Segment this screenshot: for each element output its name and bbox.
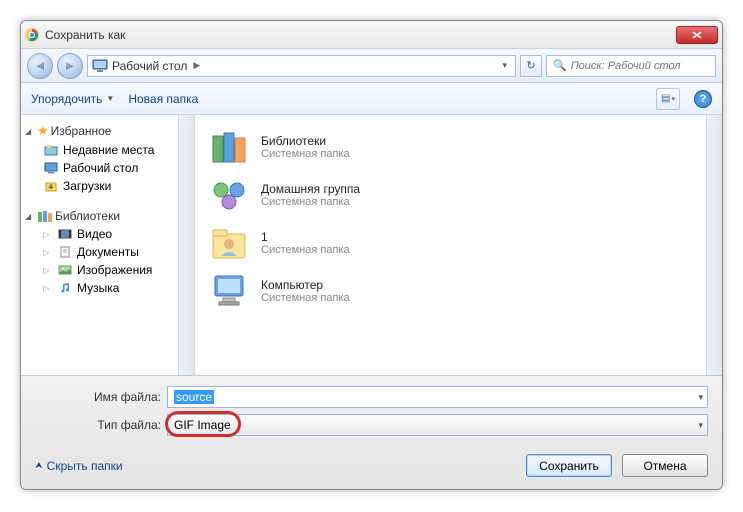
sidebar-item-pictures[interactable]: ▷ Изображения	[21, 261, 194, 279]
navbar: ◄ ► Рабочий стол ▶ ▾ ↻ 🔍	[21, 49, 722, 83]
filetype-select[interactable]: GIF Image ▾	[167, 414, 708, 436]
toolbar: Упорядочить▼ Новая папка ▤▾ ?	[21, 83, 722, 115]
computer-icon	[207, 271, 251, 311]
list-item[interactable]: Библиотеки Системная папка	[201, 123, 716, 171]
chevron-down-icon[interactable]: ▾	[698, 392, 703, 403]
content-area[interactable]: Библиотеки Системная папка Домашняя груп…	[195, 115, 722, 375]
address-bar[interactable]: Рабочий стол ▶ ▾	[87, 55, 516, 77]
sidebar-item-downloads[interactable]: Загрузки	[21, 177, 194, 195]
list-item[interactable]: Домашняя группа Системная папка	[201, 171, 716, 219]
close-button[interactable]	[676, 26, 718, 44]
star-icon: ★	[37, 123, 49, 139]
libraries-icon	[207, 127, 251, 167]
forward-button[interactable]: ►	[57, 53, 83, 79]
sidebar-libraries-header[interactable]: ◢ Библиотеки	[21, 207, 194, 225]
list-item[interactable]: 1 Системная папка	[201, 219, 716, 267]
save-as-dialog: Сохранить как ◄ ► Рабочий стол ▶ ▾ ↻ 🔍 У…	[20, 20, 723, 490]
filename-label: Имя файла:	[35, 390, 167, 404]
desktop-icon	[92, 59, 108, 73]
sidebar-favorites-header[interactable]: ◢ ★ Избранное	[21, 121, 194, 141]
filetype-label: Тип файла:	[35, 418, 167, 432]
refresh-button[interactable]: ↻	[520, 55, 542, 77]
view-buttons: ▤▾	[656, 88, 680, 110]
sidebar: ◢ ★ Избранное Недавние места Рабочий сто…	[21, 115, 195, 375]
chrome-icon	[25, 28, 39, 42]
documents-icon	[57, 245, 73, 259]
user-folder-icon	[207, 223, 251, 263]
filename-input[interactable]: source ▾	[167, 386, 708, 408]
body-area: ◢ ★ Избранное Недавние места Рабочий сто…	[21, 115, 722, 375]
window-title: Сохранить как	[45, 28, 670, 42]
titlebar: Сохранить как	[21, 21, 722, 49]
sidebar-item-desktop[interactable]: Рабочий стол	[21, 159, 194, 177]
sidebar-item-recent[interactable]: Недавние места	[21, 141, 194, 159]
recent-icon	[43, 143, 59, 157]
expand-icon: ▷	[43, 284, 53, 293]
chevron-up-icon: ⮝	[35, 460, 43, 471]
chevron-down-icon[interactable]: ▾	[698, 420, 703, 431]
new-folder-button[interactable]: Новая папка	[128, 92, 198, 106]
pictures-icon	[57, 263, 73, 277]
video-icon	[57, 227, 73, 241]
breadcrumb-location: Рабочий стол	[112, 59, 187, 73]
expand-icon: ▷	[43, 266, 53, 275]
music-icon	[57, 281, 73, 295]
search-input[interactable]	[571, 60, 714, 72]
hide-folders-toggle[interactable]: ⮝ Скрыть папки	[35, 459, 123, 473]
collapse-icon: ◢	[25, 212, 35, 221]
collapse-icon: ◢	[25, 127, 35, 136]
help-button[interactable]: ?	[694, 90, 712, 108]
list-item[interactable]: Компьютер Системная папка	[201, 267, 716, 315]
organize-button[interactable]: Упорядочить▼	[31, 92, 114, 106]
downloads-icon	[43, 179, 59, 193]
desktop-icon	[43, 161, 59, 175]
bottom-panel: Имя файла: source ▾ Тип файла: GIF Image…	[21, 375, 722, 489]
homegroup-icon	[207, 175, 251, 215]
libraries-icon	[37, 209, 53, 223]
sidebar-item-music[interactable]: ▷ Музыка	[21, 279, 194, 297]
content-scrollbar[interactable]	[706, 115, 722, 375]
sidebar-scrollbar[interactable]	[178, 115, 194, 375]
search-icon: 🔍	[553, 59, 567, 72]
save-button[interactable]: Сохранить	[526, 454, 612, 477]
search-box[interactable]: 🔍	[546, 55, 716, 77]
sidebar-item-video[interactable]: ▷ Видео	[21, 225, 194, 243]
cancel-button[interactable]: Отмена	[622, 454, 708, 477]
view-mode-button[interactable]: ▤▾	[656, 88, 680, 110]
expand-icon: ▷	[43, 248, 53, 257]
chevron-right-icon: ▶	[193, 60, 200, 71]
sidebar-item-documents[interactable]: ▷ Документы	[21, 243, 194, 261]
back-button[interactable]: ◄	[27, 53, 53, 79]
chevron-down-icon[interactable]: ▾	[498, 60, 511, 71]
expand-icon: ▷	[43, 230, 53, 239]
